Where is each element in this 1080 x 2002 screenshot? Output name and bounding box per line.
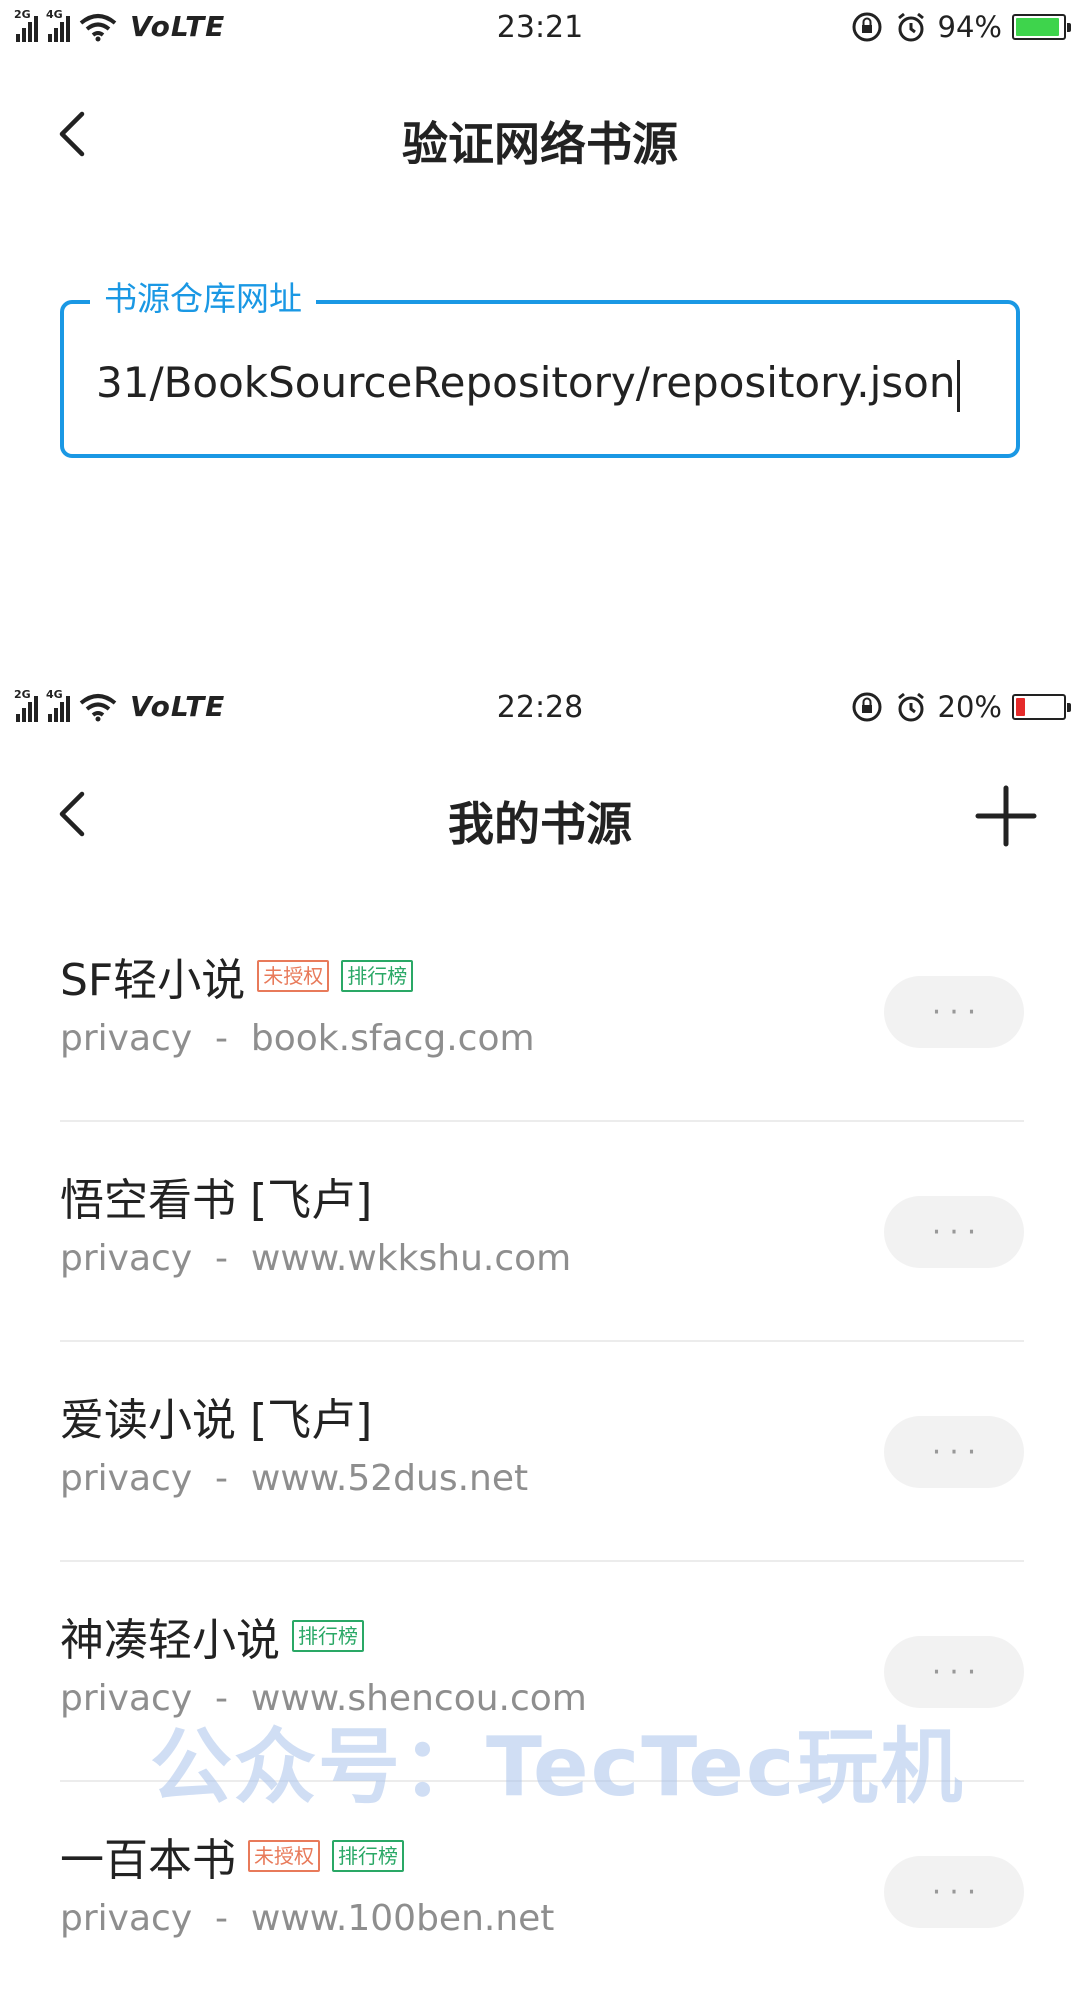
source-url-input[interactable]: 31/BookSourceRepository/repository.json: [96, 358, 955, 407]
more-options-button[interactable]: ···: [884, 1636, 1024, 1708]
page-title: 我的书源: [448, 797, 632, 851]
more-options-button[interactable]: ···: [884, 1856, 1024, 1928]
source-name: 一百本书: [60, 1835, 236, 1886]
source-url-label: 书源仓库网址: [90, 274, 316, 324]
ranking-badge: 排行榜: [292, 1620, 364, 1652]
nav-bar: 我的书源: [0, 760, 1080, 870]
source-name: 悟空看书 [飞卢]: [60, 1175, 373, 1226]
more-icon: ···: [931, 1434, 985, 1470]
verify-source-screen: 2G 4G VoLTE 23:21 94% 验证网络书源 书源仓库网址 31/B…: [0, 0, 1080, 680]
battery-fill: [1016, 18, 1060, 36]
source-privacy: privacy: [60, 1898, 193, 1939]
rotation-lock-icon: [852, 692, 882, 722]
source-privacy: privacy: [60, 1018, 193, 1059]
more-icon: ···: [931, 1654, 985, 1690]
more-options-button[interactable]: ···: [884, 976, 1024, 1048]
source-domain: book.sfacg.com: [250, 1018, 535, 1059]
source-url-field[interactable]: 书源仓库网址 31/BookSourceRepository/repositor…: [60, 274, 1020, 458]
page-title: 验证网络书源: [402, 117, 678, 171]
source-item[interactable]: 悟空看书 [飞卢] privacy - www.wkkshu.com ···: [0, 1122, 1080, 1342]
watermark-text: 公众号：TecTec玩机: [150, 1720, 965, 1815]
ranking-badge: 排行榜: [332, 1840, 404, 1872]
more-icon: ···: [931, 994, 985, 1030]
battery-percent: 94%: [937, 10, 1002, 44]
source-item[interactable]: SF轻小说 未授权 排行榜 privacy - book.sfacg.com ·…: [0, 902, 1080, 1122]
source-domain: www.52dus.net: [250, 1458, 529, 1499]
nav-bar: 验证网络书源: [0, 80, 1080, 190]
unauthorized-badge: 未授权: [257, 960, 330, 992]
source-name: 神凑轻小说: [60, 1615, 280, 1666]
more-icon: ···: [931, 1874, 985, 1910]
more-options-button[interactable]: ···: [884, 1416, 1024, 1488]
alarm-icon: [897, 12, 924, 42]
battery-icon: [1012, 14, 1071, 40]
add-icon[interactable]: [972, 782, 1040, 850]
source-name: 爱读小说 [飞卢]: [60, 1395, 373, 1446]
text-cursor: [957, 359, 961, 412]
source-list: SF轻小说 未授权 排行榜 privacy - book.sfacg.com ·…: [0, 902, 1080, 2002]
status-bar: 2G 4G VoLTE 23:21 94%: [0, 0, 1080, 56]
battery-icon: [1012, 694, 1071, 720]
source-privacy: privacy: [60, 1458, 193, 1499]
status-bar: 2G 4G VoLTE 22:28 20%: [0, 680, 1080, 736]
source-domain: www.100ben.net: [250, 1898, 555, 1939]
battery-fill: [1016, 698, 1026, 716]
ranking-badge: 排行榜: [341, 960, 414, 992]
battery-percent: 20%: [937, 690, 1002, 724]
more-icon: ···: [931, 1214, 985, 1250]
unauthorized-badge: 未授权: [248, 1840, 320, 1872]
rotation-lock-icon: [852, 12, 882, 42]
source-privacy: privacy: [60, 1238, 193, 1279]
source-domain: www.wkkshu.com: [250, 1238, 572, 1279]
alarm-icon: [897, 692, 924, 722]
source-name: SF轻小说: [60, 955, 246, 1006]
source-item[interactable]: 爱读小说 [飞卢] privacy - www.52dus.net ···: [0, 1342, 1080, 1562]
more-options-button[interactable]: ···: [884, 1196, 1024, 1268]
